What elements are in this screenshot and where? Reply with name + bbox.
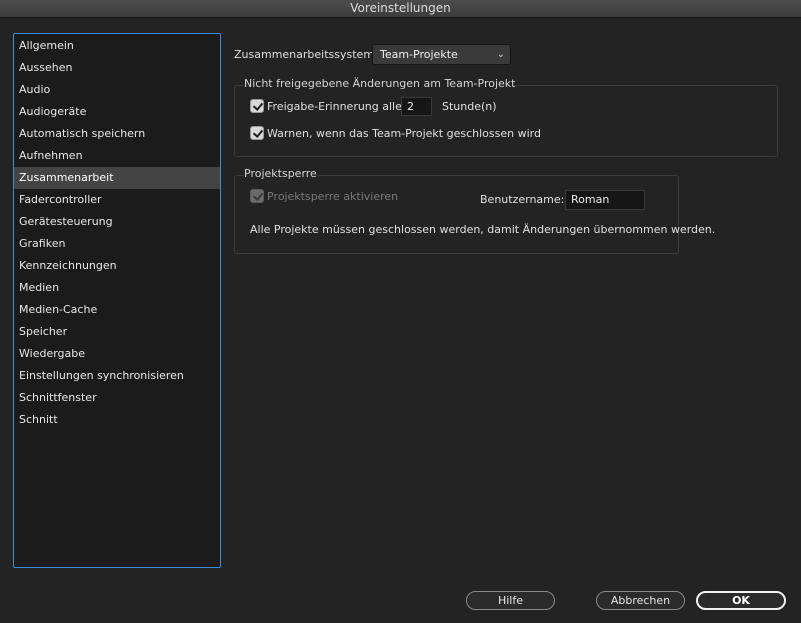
project-lock-checkbox[interactable] — [250, 189, 264, 203]
sidebar-item-kennzeichnungen[interactable]: Kennzeichnungen — [14, 255, 220, 277]
share-reminder-unit: Stunde(n) — [442, 100, 497, 113]
username-label: Benutzername: — [480, 193, 565, 206]
collab-system-value: Team-Projekte — [380, 48, 458, 61]
project-lock-note: Alle Projekte müssen geschlossen werden,… — [250, 223, 716, 236]
sidebar-item-audio[interactable]: Audio — [14, 79, 220, 101]
sidebar-item-speicher[interactable]: Speicher — [14, 321, 220, 343]
sidebar-item-gerätesteuerung[interactable]: Gerätesteuerung — [14, 211, 220, 233]
sidebar-item-wiedergabe[interactable]: Wiedergabe — [14, 343, 220, 365]
sidebar-item-schnittfenster[interactable]: Schnittfenster — [14, 387, 220, 409]
checkmark-icon — [252, 127, 264, 138]
sidebar-item-zusammenarbeit[interactable]: Zusammenarbeit — [14, 167, 220, 189]
unshared-changes-title: Nicht freigegebene Änderungen am Team-Pr… — [244, 77, 516, 90]
warn-on-close-label: Warnen, wenn das Team-Projekt geschlosse… — [267, 127, 541, 140]
window-title: Voreinstellungen — [0, 0, 801, 18]
sidebar-item-automatisch-speichern[interactable]: Automatisch speichern — [14, 123, 220, 145]
ok-button[interactable]: OK — [696, 591, 786, 610]
checkmark-icon — [252, 100, 264, 111]
sidebar-item-audiogeräte[interactable]: Audiogeräte — [14, 101, 220, 123]
warn-on-close-checkbox[interactable] — [250, 126, 264, 140]
share-reminder-checkbox[interactable] — [250, 99, 264, 113]
share-reminder-input[interactable]: 2 — [401, 97, 432, 116]
project-lock-label: Projektsperre aktivieren — [267, 190, 399, 203]
sidebar-item-medien-cache[interactable]: Medien-Cache — [14, 299, 220, 321]
project-lock-title: Projektsperre — [244, 167, 317, 180]
sidebar-item-aufnehmen[interactable]: Aufnehmen — [14, 145, 220, 167]
sidebar-item-aussehen[interactable]: Aussehen — [14, 57, 220, 79]
share-reminder-label: Freigabe-Erinnerung alle: — [267, 100, 406, 113]
sidebar-item-schnitt[interactable]: Schnitt — [14, 409, 220, 431]
collab-system-label: Zusammenarbeitssystem: — [234, 48, 378, 61]
collab-system-select[interactable]: Team-Projekte ⌄ — [372, 44, 511, 65]
sidebar-item-einstellungen-synchronisieren[interactable]: Einstellungen synchronisieren — [14, 365, 220, 387]
chevron-down-icon: ⌄ — [496, 49, 505, 60]
sidebar-item-medien[interactable]: Medien — [14, 277, 220, 299]
sidebar-item-allgemein[interactable]: Allgemein — [14, 35, 220, 57]
cancel-button[interactable]: Abbrechen — [596, 591, 685, 610]
checkmark-icon — [252, 190, 264, 201]
project-lock-group — [234, 175, 679, 254]
username-input[interactable]: Roman — [565, 190, 645, 210]
help-button[interactable]: Hilfe — [466, 591, 555, 610]
unshared-changes-group — [234, 85, 778, 157]
category-list[interactable]: Allgemein Aussehen Audio Audiogeräte Automat… — [13, 33, 221, 568]
sidebar-item-grafiken[interactable]: Grafiken — [14, 233, 220, 255]
preferences-window: Voreinstellungen Allgemein Aussehen Audio A… — [0, 0, 801, 623]
sidebar-item-fadercontroller[interactable]: Fadercontroller — [14, 189, 220, 211]
